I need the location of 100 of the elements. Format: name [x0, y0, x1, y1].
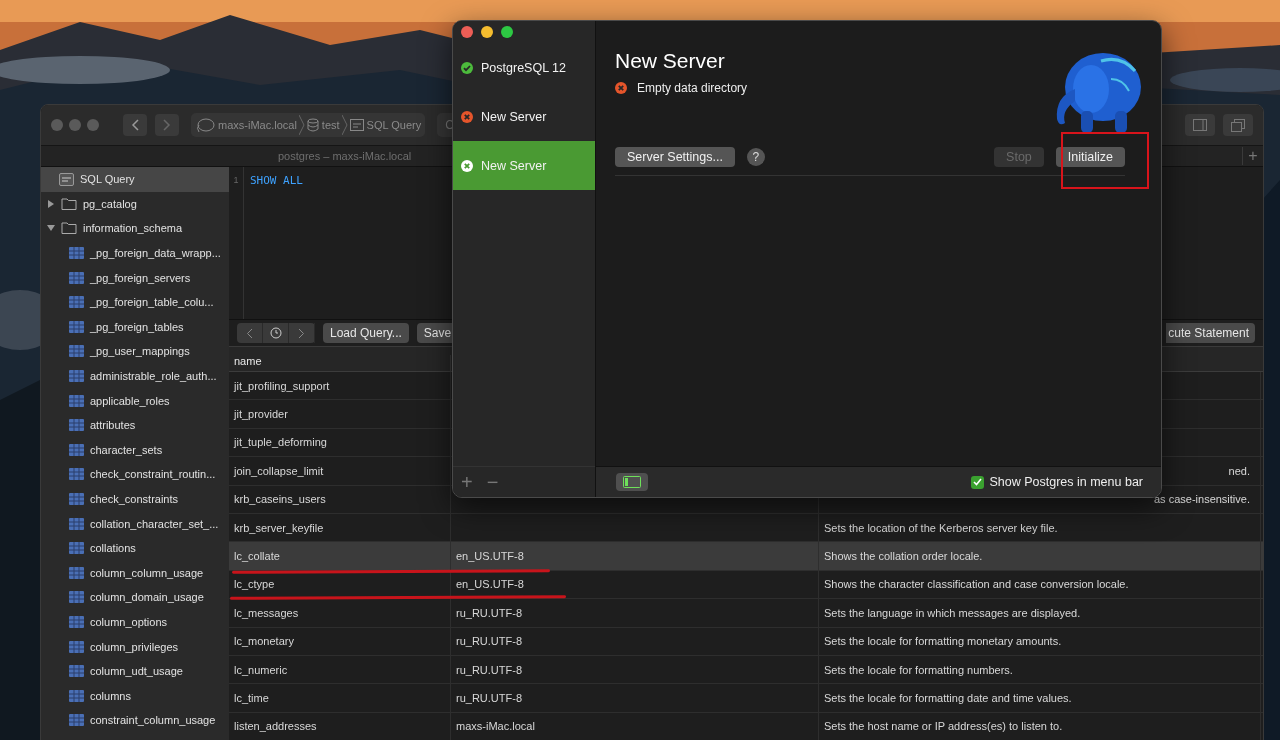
sidebar-item[interactable]: column_domain_usage [41, 585, 229, 610]
table-row[interactable]: lc_ctype en_US.UTF-8 Shows the character classification and case conversion locale. [229, 570, 1263, 600]
back-button[interactable] [123, 114, 147, 136]
table-cell: Sets the host name or IP address(es) to listen to. [824, 720, 1063, 733]
editor-button[interactable]: Load Query... [323, 323, 409, 343]
new-tab-button[interactable]: + [1242, 147, 1263, 165]
table-cell: lc_messages [234, 606, 299, 619]
chevron-right-icon [298, 327, 305, 339]
table-cell: maxs-iMac.local [456, 720, 535, 733]
triangle-down-icon[interactable] [47, 224, 55, 233]
sidebar-item[interactable]: _pg_user_mappings [41, 339, 229, 364]
folder-icon [61, 197, 77, 210]
chevron-icon [341, 115, 348, 135]
table-cell: Sets the locale for formatting numbers. [824, 663, 1013, 676]
minimize-button[interactable] [481, 26, 493, 38]
x-circle-icon [615, 82, 627, 94]
sidebar-item[interactable]: attributes [41, 412, 229, 438]
sidebar-item[interactable]: _pg_foreign_table_colu... [41, 289, 229, 315]
table-cell: jit_profiling_support [234, 379, 330, 392]
checkmark-icon [973, 478, 983, 486]
table-icon [69, 443, 84, 456]
sidebar-item[interactable]: character_sets [41, 437, 229, 463]
sql-code: SHOW ALL [250, 174, 303, 187]
table-row[interactable]: krb_server_keyfile Sets the location of the Kerberos server key file. [229, 513, 1263, 543]
table-cell: Shows the collation order locale. [824, 550, 983, 563]
table-cell: ru_RU.UTF-8 [456, 606, 522, 619]
panel-icon[interactable] [1185, 114, 1215, 136]
triangle-right-icon[interactable] [47, 199, 55, 208]
sidebar-item[interactable]: information_schema [41, 216, 229, 241]
server-settings-button[interactable]: Server Settings... [615, 147, 735, 167]
zoom-button[interactable] [501, 26, 513, 38]
x-circle-icon [461, 110, 473, 123]
table-icon [69, 394, 84, 407]
table-cell: Sets the locale for formatting date and time values. [824, 692, 1072, 704]
table-icon [69, 542, 84, 555]
execute-button[interactable]: cute Statement [1166, 323, 1255, 343]
table-cell: lc_collate [234, 550, 280, 563]
help-button[interactable]: ? [746, 148, 765, 166]
table-row[interactable]: lc_messages ru_RU.UTF-8 Sets the language in which messages are displayed. [229, 599, 1263, 628]
sidebar-item[interactable]: _pg_foreign_data_wrapp... [41, 240, 229, 266]
sidebar-item[interactable]: pg_catalog [41, 191, 229, 217]
table-cell: ned. [1228, 464, 1250, 477]
table-cell: krb_server_keyfile [234, 521, 324, 534]
chevron-left-icon [246, 327, 253, 339]
breadcrumb[interactable]: maxs-iMac.local [195, 117, 297, 133]
table-cell: listen_addresses [234, 720, 317, 733]
table-cell: en_US.UTF-8 [456, 578, 524, 591]
server-item[interactable]: PostgreSQL 12 [453, 43, 595, 92]
table-icon [69, 566, 84, 579]
table-row[interactable]: lc_monetary ru_RU.UTF-8 Sets the locale for formatting monetary amounts. [229, 627, 1263, 656]
table-cell: ru_RU.UTF-8 [456, 692, 522, 704]
close-button[interactable] [51, 119, 63, 131]
breadcrumb[interactable]: test [306, 118, 340, 132]
close-button[interactable] [461, 26, 473, 38]
sidebar-toggle-button[interactable] [616, 473, 648, 491]
table-cell: jit_tuple_deforming [234, 436, 327, 449]
sidebar-item[interactable]: check_constraint_routin... [41, 462, 229, 487]
server-title: New Server [615, 49, 725, 72]
sidebar-item[interactable]: columns [41, 683, 229, 709]
table-cell: as case-insensitive. [1154, 493, 1250, 506]
table-cell: Sets the location of the Kerberos server key file. [824, 521, 1058, 534]
document-icon [349, 119, 364, 131]
sidebar-item[interactable]: applicable_roles [41, 388, 229, 413]
table-cell: join_collapse_limit [234, 464, 324, 477]
sidebar-item[interactable]: column_privileges [41, 634, 229, 659]
table-cell: jit_provider [234, 408, 288, 421]
table-cell: Shows the character classification and case conversion locale. [824, 578, 1129, 591]
sidebar-item[interactable]: _pg_foreign_tables [41, 314, 229, 340]
table-icon [69, 370, 84, 383]
document-icon [59, 172, 74, 186]
column-header[interactable]: name [229, 355, 451, 371]
sidebar-item[interactable]: column_udt_usage [41, 658, 229, 684]
connection-title: postgres – maxs-iMac.local [278, 150, 412, 162]
sidebar-item[interactable]: collation_character_set_... [41, 511, 229, 536]
breadcrumb[interactable]: SQL Query [349, 119, 422, 131]
sidebar-item[interactable]: _pg_foreign_servers [41, 265, 229, 290]
table-icon [69, 616, 84, 628]
table-row[interactable]: lc_numeric ru_RU.UTF-8 Sets the locale for formatting numbers. [229, 655, 1263, 685]
table-row[interactable]: lc_collate en_US.UTF-8 Shows the collation order locale. [229, 542, 1263, 571]
sidebar-item[interactable]: check_constraints [41, 486, 229, 512]
table-cell: ru_RU.UTF-8 [456, 663, 522, 676]
check-circle-icon [461, 61, 473, 74]
sidebar-item[interactable]: administrable_role_auth... [41, 363, 229, 389]
table-row[interactable]: lc_time ru_RU.UTF-8 Sets the locale for formatting date and time values. [229, 684, 1263, 713]
sidebar-item[interactable]: column_column_usage [41, 560, 229, 586]
x-circle-icon [461, 159, 473, 172]
clock-icon [269, 327, 282, 339]
table-cell: en_US.UTF-8 [456, 550, 524, 563]
table-cell: lc_time [234, 692, 269, 704]
sidebar-item[interactable]: column_options [41, 609, 229, 635]
table-cell: lc_numeric [234, 663, 288, 676]
chevron-icon [298, 115, 305, 135]
sidebar-item[interactable]: constraint_column_usage [41, 708, 229, 733]
table-icon [69, 640, 84, 653]
table-icon [69, 320, 84, 333]
forward-button[interactable] [155, 114, 179, 136]
sidebar-item[interactable]: collations [41, 535, 229, 561]
initialize-button[interactable]: Initialize [1055, 147, 1125, 167]
windows-icon[interactable] [1223, 114, 1253, 136]
sidebar-item[interactable]: SQL Query [41, 167, 229, 192]
